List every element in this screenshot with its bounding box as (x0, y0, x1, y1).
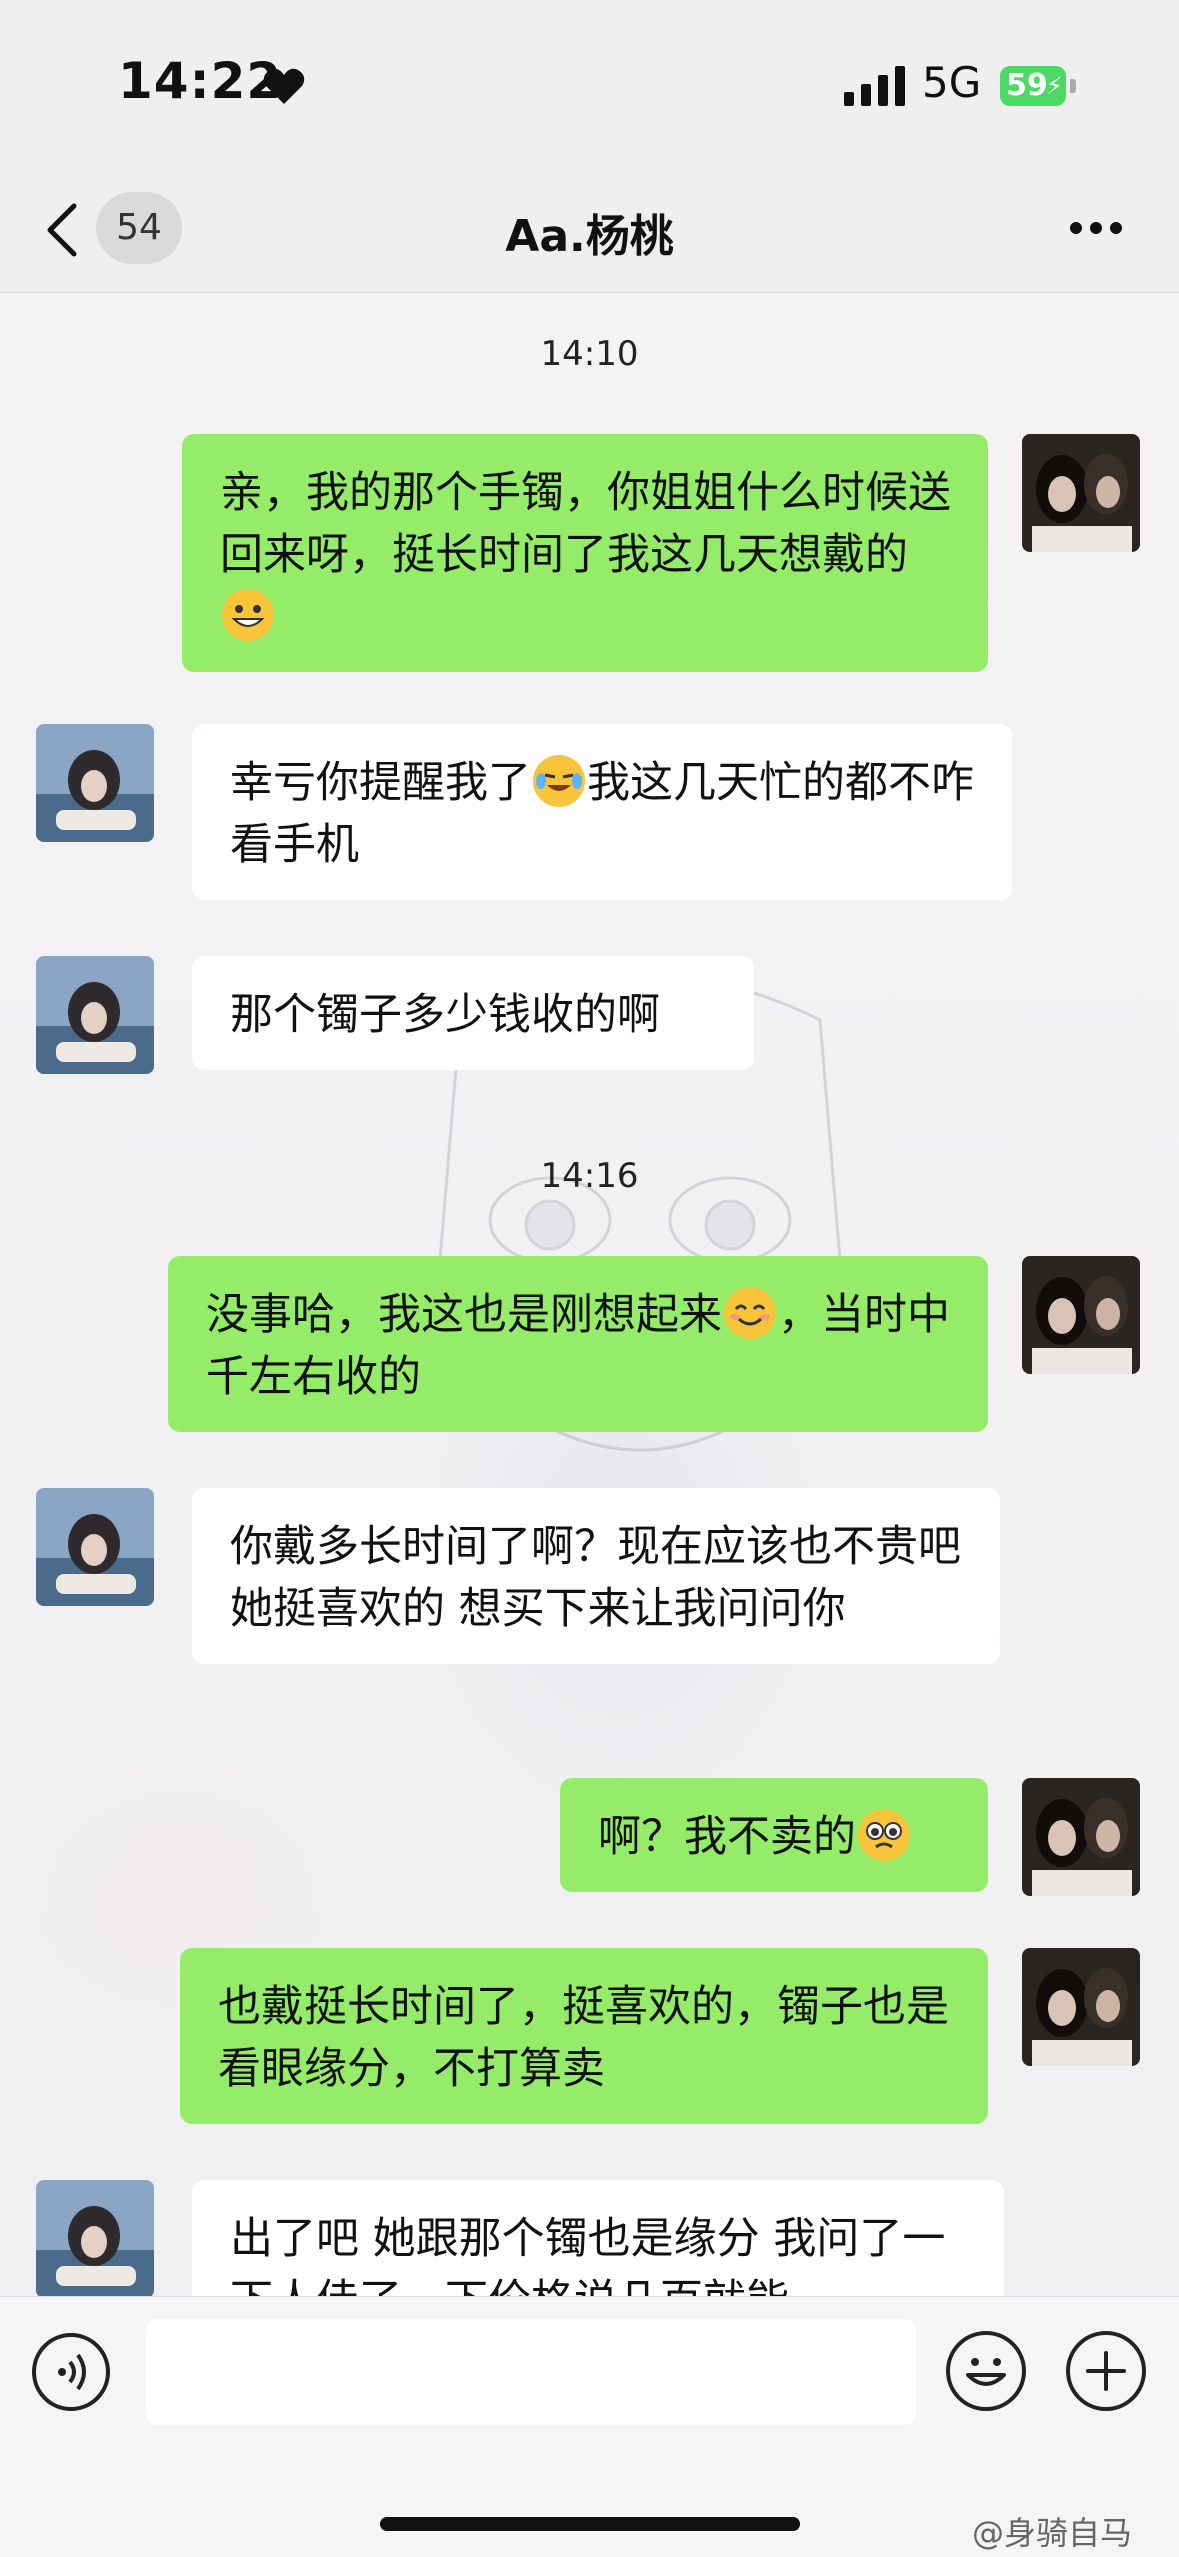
cellular-signal-icon (844, 66, 905, 106)
message-bubble-sent[interactable]: 没事哈，我这也是刚想起来 ，当时中千左右收的 (168, 1256, 988, 1432)
message-text: 也戴挺长时间了，挺喜欢的，镯子也是看眼缘分，不打算卖 (218, 1982, 949, 2094)
smiling-face-emoji-icon (724, 1287, 776, 1339)
voice-input-button[interactable] (32, 2333, 110, 2411)
network-type: 5G (922, 58, 982, 107)
my-avatar[interactable] (1022, 1948, 1140, 2066)
contact-avatar[interactable] (36, 956, 154, 1074)
clock: 14:22 (118, 52, 283, 110)
message-text: 没事哈，我这也是刚想起来 (206, 1290, 722, 1340)
contact-avatar[interactable] (36, 724, 154, 842)
charging-bolt-icon: ⚡ (1046, 72, 1063, 100)
message-text: 那个镯子多少钱收的啊 (230, 990, 660, 1040)
smiley-icon (966, 2358, 1006, 2386)
message-timestamp: 14:16 (540, 1156, 639, 1196)
message-timestamp: 14:10 (540, 334, 639, 374)
message-bubble-received[interactable]: 那个镯子多少钱收的啊 (192, 956, 754, 1070)
battery-level: 59 (1006, 68, 1048, 103)
message-bubble-sent[interactable]: 亲，我的那个手镯，你姐姐什么时候送回来呀，挺长时间了我这几天想戴的 (182, 434, 988, 672)
home-indicator[interactable] (380, 2517, 800, 2531)
more-options-icon[interactable] (1068, 220, 1124, 236)
contact-avatar[interactable] (36, 1488, 154, 1606)
my-avatar[interactable] (1022, 1778, 1140, 1896)
message-text: 你戴多长时间了啊？现在应该也不贵吧 她挺喜欢的 想买下来让我问问你 (230, 1522, 961, 1634)
chat-header: 54 Aa.杨桃 (0, 170, 1179, 293)
emoji-button[interactable] (946, 2331, 1026, 2411)
heart-icon (263, 68, 305, 104)
message-text: 啊？我不卖的 (598, 1812, 856, 1862)
message-text: 幸亏你提醒我了 (230, 758, 531, 808)
battery-icon: 59 ⚡ (1000, 66, 1078, 106)
message-bubble-received[interactable]: 你戴多长时间了啊？现在应该也不贵吧 她挺喜欢的 想买下来让我问问你 (192, 1488, 1000, 1664)
status-bar: 14:22 5G 59 ⚡ (0, 0, 1179, 170)
voice-wave-icon (58, 2353, 86, 2391)
plus-icon (1086, 2351, 1126, 2391)
rolling-laughing-face-emoji-icon (533, 755, 585, 807)
message-text: 亲，我的那个手镯，你姐姐什么时候送回来呀，挺长时间了我这几天想戴的 (220, 468, 951, 580)
my-avatar[interactable] (1022, 1256, 1140, 1374)
message-bubble-sent[interactable]: 也戴挺长时间了，挺喜欢的，镯子也是看眼缘分，不打算卖 (180, 1948, 988, 2124)
more-functions-button[interactable] (1066, 2331, 1146, 2411)
message-text-field[interactable] (146, 2319, 916, 2425)
message-bubble-sent[interactable]: 啊？我不卖的 (560, 1778, 988, 1892)
chat-title: Aa.杨桃 (505, 211, 674, 262)
pleading-face-emoji-icon (858, 1809, 910, 1861)
message-bubble-received[interactable]: 幸亏你提醒我了 我这几天忙的都不咋看手机 (192, 724, 1012, 900)
source-watermark: @身骑自马 (972, 2514, 1133, 2552)
my-avatar[interactable] (1022, 434, 1140, 552)
grinning-face-emoji-icon (222, 589, 274, 641)
contact-avatar[interactable] (36, 2180, 154, 2298)
